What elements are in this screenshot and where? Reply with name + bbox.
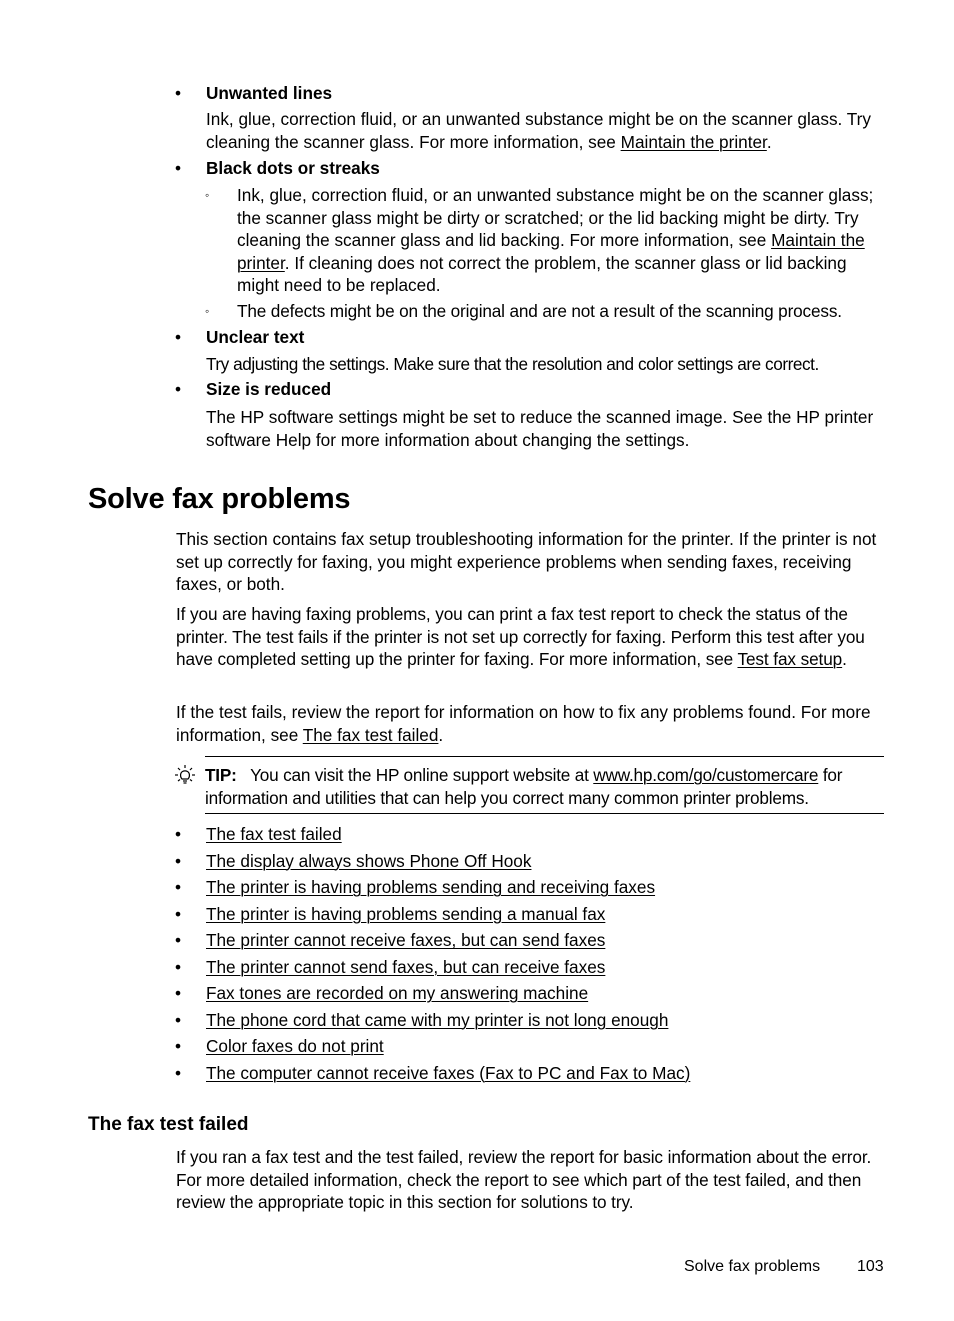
bullet: • [175,930,182,950]
tip-label: TIP: [205,765,237,785]
issue-text-unwanted-lines: Ink, glue, correction fluid, or an unwan… [206,108,886,153]
issue-text-size-reduced: The HP software settings might be set to… [206,407,874,450]
footer-section-name: Solve fax problems [684,1258,821,1275]
section-title: Solve fax problems [88,483,351,515]
link-phone-off-hook[interactable]: The display always shows Phone Off Hook [206,850,531,872]
fax-problems-link-list: • The fax test failed • The display always… [175,823,895,1088]
sub-bullet: ◦ [205,188,210,202]
bullet: • [175,158,182,178]
bullet: • [175,327,182,347]
bullet: • [175,877,182,897]
text: . [842,649,847,669]
link-fax-test-failed[interactable]: The fax test failed [206,823,342,845]
issue-title-unwanted-lines: Unwanted lines [206,83,333,103]
issue-title-unclear-text: Unclear text [206,327,305,347]
link-hp-customercare[interactable]: www.hp.com/go/customercare [593,765,818,785]
text: . [438,724,444,745]
link-color-faxes[interactable]: Color faxes do not print [206,1035,384,1057]
link-manual-fax[interactable]: The printer is having problems sending a… [206,903,605,925]
list-item: • The printer is having problems sending … [175,876,895,903]
list-item: • The phone cord that came with my printe… [175,1009,895,1036]
link-computer-cannot-receive[interactable]: The computer cannot receive faxes (Fax t… [206,1062,690,1084]
issue-text-black-dots-2: The defects might be on the original and… [237,301,842,321]
list-item: • The computer cannot receive faxes (Fax … [175,1062,895,1089]
link-cannot-send[interactable]: The printer cannot send faxes, but can r… [206,956,605,978]
issue-text-black-dots-1: Ink, glue, correction fluid, or an unwan… [237,184,887,297]
tip-bottom-rule [205,813,884,814]
list-item: • The printer cannot receive faxes, but c… [175,929,895,956]
lightbulb-icon [174,764,196,788]
link-maintain-printer[interactable]: Maintain the printer [621,132,767,152]
list-item: • The printer is having problems sending … [175,903,895,930]
link-phone-cord[interactable]: The phone cord that came with my printer… [206,1009,668,1031]
link-fax-tones-answering[interactable]: Fax tones are recorded on my answering m… [206,982,588,1004]
link-sending-receiving[interactable]: The printer is having problems sending a… [206,876,655,898]
text: You can visit the HP online support webs… [250,765,594,785]
bullet: • [175,379,182,399]
list-item: • The display always shows Phone Off Hook [175,850,895,877]
bullet: • [175,983,182,1003]
list-item: • The fax test failed [175,823,895,850]
bullet: • [175,956,182,977]
bullet: • [175,850,182,871]
bullet: • [175,824,182,844]
text: . If cleaning does not correct the probl… [237,252,847,296]
footer-page-number: 103 [857,1258,884,1275]
link-fax-test-failed[interactable]: The fax test failed [303,725,439,745]
link-cannot-receive[interactable]: The printer cannot receive faxes, but ca… [206,929,605,951]
list-item: • The printer cannot send faxes, but can … [175,956,895,983]
subsection-title: The fax test failed [88,1114,249,1135]
section-paragraph-3: If the test fails, review the report for… [176,701,886,746]
bullet: • [175,1009,182,1030]
bullet: • [175,1036,182,1056]
list-item: • Fax tones are recorded on my answering … [175,982,895,1009]
section-paragraph-1: This section contains fax setup troubles… [176,529,877,594]
text: If the test fails, review the report for… [176,702,871,745]
tip-top-rule [205,756,884,757]
subsection-paragraph: If you ran a fax test and the test faile… [176,1147,872,1212]
sub-bullet: ◦ [205,304,210,318]
text: . [766,131,772,152]
issue-title-size-reduced: Size is reduced [206,379,332,399]
bullet: • [175,83,182,103]
bullet: • [175,903,182,924]
link-test-fax-setup[interactable]: Test fax setup [737,649,842,669]
list-item: • Color faxes do not print [175,1035,895,1062]
issue-text-unclear-text: Try adjusting the settings. Make sure th… [206,354,819,374]
section-paragraph-2: If you are having faxing problems, you c… [176,603,886,671]
issue-title-black-dots: Black dots or streaks [206,158,380,178]
tip-text: TIP: You can visit the HP online support… [205,764,889,809]
bullet: • [175,1062,182,1083]
